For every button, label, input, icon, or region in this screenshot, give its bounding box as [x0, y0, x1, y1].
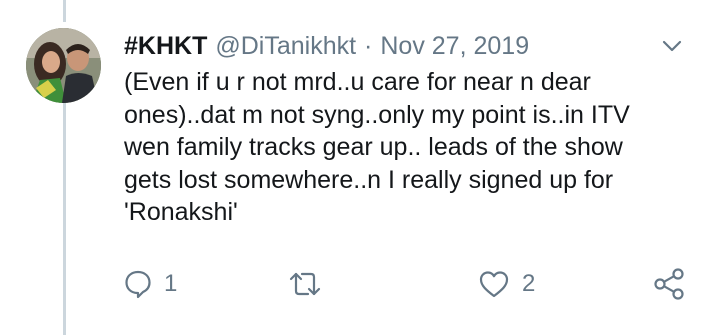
- display-name[interactable]: #KHKT: [124, 32, 207, 61]
- share-button[interactable]: [652, 264, 686, 304]
- retweet-button[interactable]: [288, 264, 334, 304]
- comment-bubble-icon: [124, 269, 152, 299]
- like-count: 2: [522, 270, 536, 297]
- reply-count: 1: [164, 270, 178, 297]
- reply-button[interactable]: 1: [124, 264, 177, 304]
- like-button[interactable]: 2: [478, 264, 535, 304]
- user-handle[interactable]: @DiTanikhkt: [215, 32, 356, 61]
- avatar[interactable]: [26, 28, 101, 103]
- chevron-down-icon[interactable]: [660, 36, 684, 56]
- heart-icon: [478, 269, 510, 299]
- tweet-header: #KHKT @DiTanikhkt · Nov 27, 2019: [124, 32, 529, 62]
- thread-line-top: [63, 0, 66, 22]
- separator-dot: ·: [364, 32, 373, 60]
- tweet-text: (Even if u r not mrd..u care for near n …: [124, 68, 630, 226]
- tweet-actions: 1 2: [0, 264, 714, 304]
- retweet-icon: [288, 269, 322, 299]
- tweet-date[interactable]: Nov 27, 2019: [380, 32, 529, 61]
- share-icon: [652, 268, 686, 300]
